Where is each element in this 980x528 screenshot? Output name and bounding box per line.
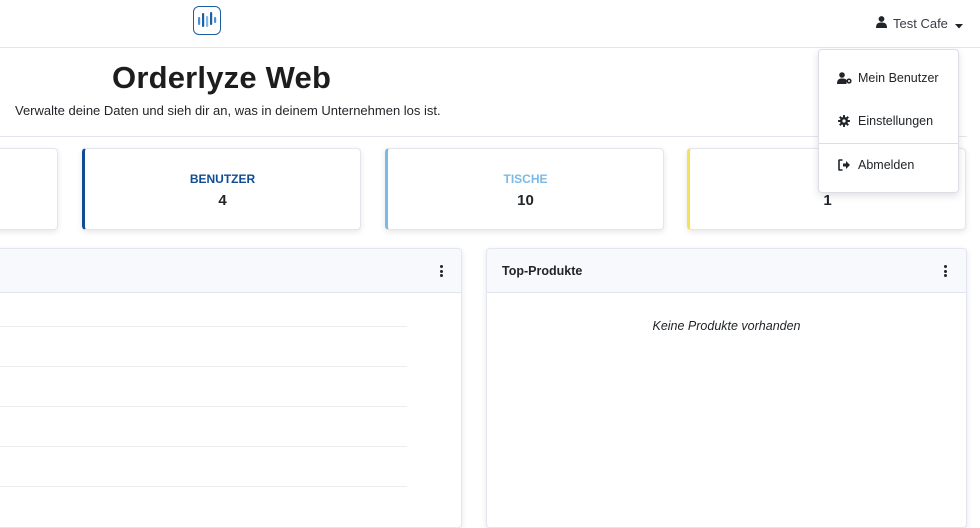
stat-label: BENUTZER [189, 172, 256, 186]
stat-label: TISCHE [503, 172, 548, 186]
menu-item-mein-benutzer[interactable]: Mein Benutzer [819, 68, 958, 88]
menu-item-abmelden[interactable]: Abmelden [819, 155, 958, 175]
menu-divider [819, 143, 958, 144]
user-name: Test Cafe [893, 15, 948, 31]
stat-value: 4 [218, 192, 227, 209]
panel-header [0, 249, 461, 293]
sign-out-icon [836, 159, 852, 171]
menu-item-einstellungen[interactable]: Einstellungen [819, 111, 958, 131]
kebab-menu-icon[interactable] [943, 265, 947, 277]
stat-value: 10 [517, 192, 534, 209]
user-cog-icon [836, 72, 852, 84]
chart-gridline [0, 366, 407, 367]
panel-title: Top-Produkte [502, 264, 583, 278]
user-icon [876, 15, 887, 31]
stat-value: 1 [823, 192, 832, 209]
top-navbar: Test Cafe [0, 0, 980, 48]
menu-item-label: Abmelden [858, 158, 915, 172]
kebab-menu-icon[interactable] [439, 265, 443, 277]
chart-gridline [0, 486, 407, 487]
user-menu-toggle[interactable]: Test Cafe [876, 14, 963, 32]
menu-item-label: Einstellungen [858, 114, 934, 128]
chart-gridline [0, 326, 407, 327]
menu-item-label: Mein Benutzer [858, 71, 939, 85]
empty-products-message: Keine Produkte vorhanden [652, 319, 801, 333]
chart-gridline [0, 406, 407, 407]
page-subtitle: Verwalte deine Daten und sieh dir an, wa… [15, 103, 441, 118]
gear-icon [836, 115, 852, 127]
orderlyze-logo-icon[interactable] [193, 6, 221, 35]
user-dropdown-menu: Mein Benutzer Einstellungen Abmelden [818, 49, 959, 193]
top-products-panel: Top-Produkte Keine Produkte vorhanden [486, 248, 967, 528]
chart-panel [0, 248, 462, 528]
page-title: Orderlyze Web [112, 60, 332, 95]
stat-card-benutzer: BENUTZER 4 [82, 148, 361, 230]
panel-header: Top-Produkte [487, 249, 966, 293]
chart-gridline [0, 446, 407, 447]
stat-card [0, 148, 58, 230]
caret-down-icon [954, 17, 963, 32]
stat-card-tische: TISCHE 10 [385, 148, 664, 230]
